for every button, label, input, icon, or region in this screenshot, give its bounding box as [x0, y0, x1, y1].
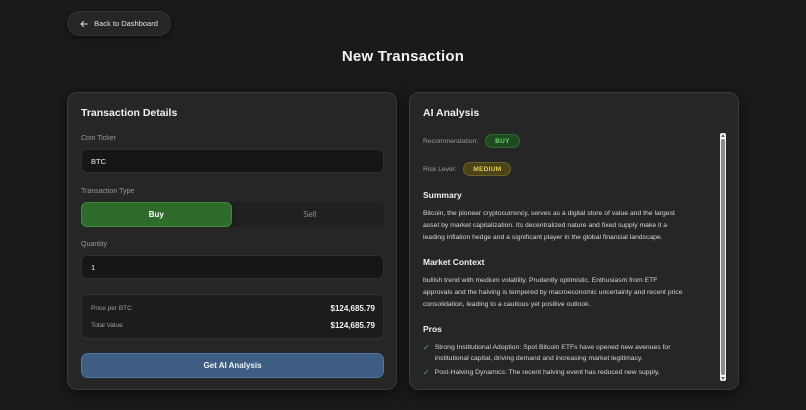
price-value: $124,685.79 — [330, 304, 376, 313]
ai-analysis-title: AI Analysis — [423, 107, 480, 119]
transaction-details-card: Transaction Details Coin Ticker BTC Tran… — [67, 92, 397, 390]
recommendation-badge: BUY — [485, 134, 520, 148]
pro-line: Strong Institutional Adoption: Spot Bitc… — [434, 344, 671, 351]
summary-title: Summary — [423, 190, 462, 200]
context-line: consolidation, leading to a cautious yet… — [423, 301, 591, 308]
check-icon: ✓ — [423, 368, 430, 377]
pro-line: Post-Halving Dynamics: The recent halvin… — [434, 369, 660, 376]
recommendation-label: Recommendation: — [423, 137, 479, 145]
risk-row: Risk Level: MEDIUM — [423, 162, 512, 176]
coin-ticker-value: BTC — [91, 156, 106, 166]
total-row: Total Value $124,685.79 — [91, 321, 375, 330]
back-to-dashboard-button[interactable]: Back to Dashboard — [67, 11, 171, 36]
summary-text: Bitcoin, the pioneer cryptocurrency, ser… — [423, 208, 719, 244]
quantity-value: 1 — [91, 262, 96, 272]
scroll-up-icon[interactable] — [721, 134, 725, 137]
back-button-label: Back to Dashboard — [94, 19, 158, 28]
pro-item: ✓ Post-Halving Dynamics: The recent halv… — [423, 367, 719, 378]
price-row: Price per BTC $124,685.79 — [91, 304, 375, 313]
analysis-content[interactable]: Recommendation: BUY Risk Level: MEDIUM S… — [423, 133, 728, 381]
pro-line: institutional capital, driving demand an… — [434, 355, 643, 362]
quantity-label: Quantity — [81, 241, 108, 248]
transaction-type-label: Transaction Type — [81, 188, 135, 195]
transaction-type-toggle: Buy Sell — [81, 202, 384, 227]
context-line: bullish trend with medium volatility. Pr… — [423, 277, 658, 284]
transaction-summary: Price per BTC $124,685.79 Total Value $1… — [81, 294, 384, 339]
total-value: $124,685.79 — [330, 321, 376, 330]
sell-button[interactable]: Sell — [235, 202, 384, 227]
get-ai-analysis-button[interactable]: Get AI Analysis — [81, 353, 384, 378]
scroll-down-icon[interactable] — [721, 377, 725, 380]
total-label: Total Value — [91, 322, 123, 329]
coin-ticker-label: Coin Ticker — [81, 135, 117, 142]
scrollbar-thumb[interactable] — [721, 139, 725, 375]
arrow-left-icon — [80, 20, 88, 27]
new-transaction-page: Back to Dashboard New Transaction Transa… — [0, 0, 806, 410]
analysis-scrollbar[interactable] — [720, 133, 726, 381]
risk-badge: MEDIUM — [463, 162, 512, 176]
page-title: New Transaction — [341, 48, 465, 65]
market-context-title: Market Context — [423, 257, 485, 267]
market-context-text: bullish trend with medium volatility. Pr… — [423, 275, 719, 311]
risk-label: Risk Level: — [423, 165, 457, 173]
summary-line: leading inflation hedge and a significan… — [423, 234, 663, 241]
summary-line: Bitcoin, the pioneer cryptocurrency, ser… — [423, 210, 675, 217]
pros-title: Pros — [423, 324, 442, 334]
buy-button[interactable]: Buy — [81, 202, 232, 227]
check-icon: ✓ — [423, 343, 430, 352]
price-label: Price per BTC — [91, 305, 132, 312]
quantity-input[interactable]: 1 — [81, 255, 384, 279]
ai-analysis-card: AI Analysis Recommendation: BUY Risk Lev… — [409, 92, 739, 390]
context-line: approvals and the halving is tempered by… — [423, 289, 683, 296]
pro-text: Post-Halving Dynamics: The recent halvin… — [435, 367, 660, 378]
summary-line: asset by market capitalization. Its dece… — [423, 222, 668, 229]
pro-item: ✓ Strong Institutional Adoption: Spot Bi… — [423, 342, 719, 364]
coin-ticker-input[interactable]: BTC — [81, 149, 384, 173]
recommendation-row: Recommendation: BUY — [423, 134, 520, 148]
transaction-details-title: Transaction Details — [81, 107, 178, 119]
pro-text: Strong Institutional Adoption: Spot Bitc… — [435, 342, 671, 364]
